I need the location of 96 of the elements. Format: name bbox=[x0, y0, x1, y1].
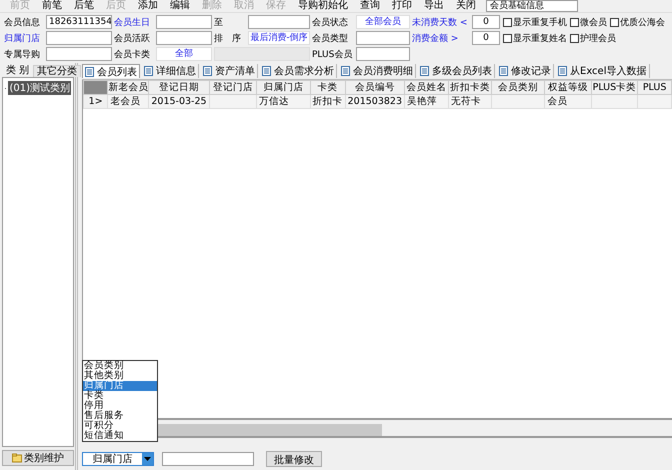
toolbar-button[interactable]: 编辑 bbox=[164, 0, 196, 12]
input-field[interactable]: 0 bbox=[472, 15, 500, 29]
filter-label: 会员状态 bbox=[312, 16, 349, 28]
column-header[interactable]: 登记日期 bbox=[148, 80, 210, 94]
table-cell: 2015-03-25 bbox=[148, 94, 210, 108]
member-tab[interactable]: 修改记录 bbox=[497, 64, 554, 78]
tree-item[interactable]: (01)测试类别 bbox=[8, 81, 71, 95]
batch-edit-button[interactable]: 批量修改 bbox=[266, 451, 322, 467]
document-icon bbox=[144, 66, 153, 76]
checkbox[interactable] bbox=[610, 18, 619, 26]
input-field[interactable] bbox=[162, 452, 254, 466]
category-tab[interactable]: 其它分类 bbox=[33, 65, 82, 77]
input-field[interactable] bbox=[156, 31, 212, 45]
toolbar-button[interactable]: 打印 bbox=[386, 0, 418, 12]
table-cell: 老会员 bbox=[108, 94, 149, 108]
filter-link[interactable]: 消费金额 > bbox=[412, 32, 470, 44]
table-cell: 吴艳萍 bbox=[404, 94, 448, 108]
member-tab[interactable]: 会员消费明细 bbox=[339, 64, 416, 78]
toolbar-button[interactable]: 查询 bbox=[354, 0, 386, 12]
member-tab[interactable]: 会员列表 bbox=[82, 64, 140, 78]
checkbox[interactable] bbox=[570, 34, 579, 42]
toolbar-button[interactable]: 前笔 bbox=[36, 0, 68, 12]
column-header[interactable]: 会员编号 bbox=[345, 80, 405, 94]
dropdown-option[interactable]: 会员类别 bbox=[83, 361, 157, 371]
dropdown-option[interactable]: 售后服务 bbox=[83, 411, 157, 421]
checkbox-label: 显示重复手机 bbox=[513, 16, 567, 28]
checkbox-label: 微会员 bbox=[580, 16, 607, 28]
input-field[interactable] bbox=[356, 31, 410, 45]
view-select[interactable]: 会员基础信息 bbox=[486, 0, 578, 12]
column-header[interactable]: 新老会员 bbox=[108, 80, 149, 94]
column-header[interactable]: 会员姓名 bbox=[404, 80, 448, 94]
column-header[interactable]: PLUS卡类 bbox=[591, 80, 638, 94]
input-field[interactable] bbox=[46, 31, 112, 45]
column-header[interactable]: 归属门店 bbox=[256, 80, 310, 94]
filter-label: 会员信息 bbox=[4, 16, 41, 28]
folder-icon bbox=[12, 453, 22, 463]
field-combo[interactable]: 归属门店 bbox=[82, 452, 154, 466]
table-cell: 万信达 bbox=[256, 94, 310, 108]
filter-label: 会员卡类 bbox=[114, 48, 151, 60]
checkbox-label: 护理会员 bbox=[580, 32, 616, 44]
dropdown-option[interactable]: 卡类 bbox=[83, 391, 157, 401]
filter-link[interactable]: 会员生日 bbox=[114, 16, 154, 28]
document-icon bbox=[558, 66, 567, 76]
filter-label: PLUS会员 bbox=[312, 48, 354, 60]
document-icon bbox=[499, 66, 508, 76]
checkbox[interactable] bbox=[503, 18, 512, 26]
filter-label: 会员类型 bbox=[312, 32, 349, 44]
document-icon bbox=[262, 66, 271, 76]
document-icon bbox=[203, 66, 212, 76]
dropdown-field[interactable]: 最后消费-倒序 bbox=[248, 31, 310, 45]
checkbox-label: 显示重复姓名 bbox=[513, 32, 567, 44]
toolbar-button[interactable]: 添加 bbox=[132, 0, 164, 12]
filter-label: 专属导购 bbox=[4, 48, 41, 60]
input-field[interactable] bbox=[248, 15, 310, 29]
column-header[interactable]: 折扣卡类 bbox=[448, 80, 492, 94]
row-indicator: 1> bbox=[84, 94, 108, 108]
combo-value: 归属门店 bbox=[92, 452, 134, 466]
filter-label: 排 序 bbox=[214, 32, 242, 44]
dropdown-option[interactable]: 可积分 bbox=[83, 421, 157, 431]
filter-link[interactable]: 归属门店 bbox=[4, 32, 44, 44]
document-icon bbox=[85, 66, 94, 76]
member-tab[interactable]: 多级会员列表 bbox=[418, 64, 495, 78]
column-header[interactable]: 权益等级 bbox=[544, 80, 592, 94]
document-icon bbox=[341, 66, 350, 76]
dropdown-field[interactable]: 全部 bbox=[156, 47, 212, 61]
input-field[interactable] bbox=[46, 47, 112, 61]
checkbox[interactable] bbox=[570, 18, 579, 26]
toolbar-button[interactable]: 导出 bbox=[418, 0, 450, 12]
checkbox-label: 优质公海会 bbox=[620, 16, 665, 28]
filter-label: 至 bbox=[214, 16, 224, 28]
input-field[interactable]: 0 bbox=[472, 31, 500, 45]
dropdown-option[interactable]: 短信通知 bbox=[83, 431, 157, 441]
member-tab[interactable]: 资产清单 bbox=[201, 64, 258, 78]
caret-icon bbox=[144, 457, 151, 461]
member-tab[interactable]: 详细信息 bbox=[142, 64, 199, 78]
table-cell: 折扣卡 bbox=[310, 94, 346, 108]
filter-link[interactable]: 未消费天数 < bbox=[412, 16, 470, 28]
column-header[interactable]: 卡类 bbox=[310, 80, 346, 94]
document-icon bbox=[420, 66, 429, 76]
column-header[interactable]: PLUS bbox=[638, 80, 672, 94]
dropdown-option[interactable]: 其他类别 bbox=[83, 371, 157, 381]
dropdown-option[interactable]: 停用 bbox=[83, 401, 157, 411]
table-cell: 无苻卡 bbox=[448, 94, 492, 108]
member-tab[interactable]: 从Excel导入数据 bbox=[556, 64, 650, 78]
checkbox[interactable] bbox=[503, 34, 512, 42]
input-field[interactable] bbox=[356, 47, 410, 61]
column-header[interactable]: 会员类别 bbox=[491, 80, 545, 94]
toolbar-button[interactable]: 后笔 bbox=[68, 0, 100, 12]
table-cell: 201503823 bbox=[345, 94, 405, 108]
dropdown-field[interactable]: 全部会员 bbox=[356, 15, 410, 29]
filter-label: 会员活跃 bbox=[114, 32, 151, 44]
maintain-button[interactable]: 类别维护 bbox=[2, 450, 74, 466]
table-cell: 会员 bbox=[544, 94, 592, 108]
input-field[interactable] bbox=[156, 15, 212, 29]
column-header[interactable]: 登记门店 bbox=[209, 80, 257, 94]
member-tab[interactable]: 会员需求分析 bbox=[260, 64, 337, 78]
